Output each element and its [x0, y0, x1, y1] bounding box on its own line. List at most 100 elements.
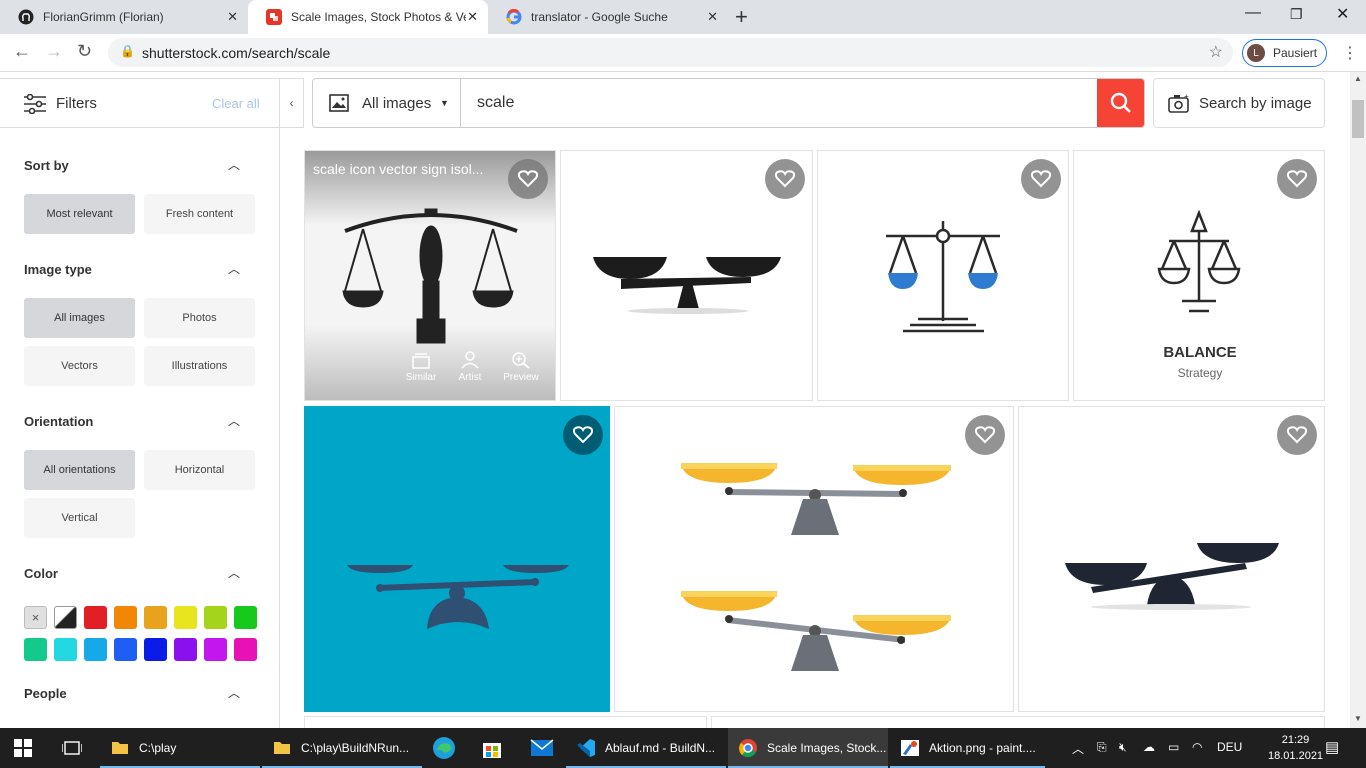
taskbar-explorer-play[interactable]: C:\play [100, 728, 260, 768]
cloud-icon[interactable]: ☁ [1143, 740, 1155, 754]
close-tab-icon[interactable]: ✕ [227, 9, 238, 25]
scroll-down-icon[interactable]: ▼ [1354, 714, 1362, 723]
result-image[interactable] [614, 406, 1014, 712]
tab-title: FlorianGrimm (Florian) [43, 10, 164, 24]
result-image[interactable] [1018, 406, 1325, 712]
sort-most-relevant[interactable]: Most relevant [24, 194, 135, 234]
favorite-heart-icon[interactable] [563, 415, 603, 455]
color-swatch-bw[interactable] [54, 606, 77, 629]
color-swatch[interactable] [144, 606, 167, 629]
favorite-heart-icon[interactable] [965, 415, 1005, 455]
taskbar-chrome[interactable]: Scale Images, Stock... [728, 728, 888, 768]
clear-all-link[interactable]: Clear all [212, 96, 260, 111]
color-swatch[interactable] [174, 638, 197, 661]
close-window-icon[interactable]: ✕ [1336, 4, 1349, 24]
url-text: shutterstock.com/search/scale [142, 45, 331, 61]
color-swatch[interactable] [174, 606, 197, 629]
task-view-icon[interactable] [62, 728, 82, 768]
collapse-sidebar-button[interactable]: ‹ [279, 79, 303, 127]
similar-action[interactable]: Similar [401, 351, 441, 383]
color-swatch[interactable] [84, 606, 107, 629]
orientation-vertical[interactable]: Vertical [24, 498, 135, 538]
favorite-heart-icon[interactable] [508, 159, 548, 199]
scroll-up-icon[interactable]: ▲ [1354, 74, 1362, 83]
tab-github[interactable]: FlorianGrimm (Florian) ✕ [0, 0, 248, 34]
tab-shutterstock[interactable]: Scale Images, Stock Photos & Ve ✕ [248, 0, 488, 34]
notifications-icon[interactable]: ▤ [1325, 738, 1339, 756]
address-bar[interactable]: 🔒 shutterstock.com/search/scale ☆ [108, 38, 1233, 67]
type-photos[interactable]: Photos [144, 298, 255, 338]
color-swatch[interactable] [84, 638, 107, 661]
reload-icon[interactable]: ↻ [77, 41, 92, 62]
result-image-hover[interactable]: scale icon vector sign isol... Similar A… [304, 150, 556, 401]
type-all-images[interactable]: All images [24, 298, 135, 338]
teal-scale-illustration [347, 565, 569, 629]
color-swatch[interactable] [24, 638, 47, 661]
sort-fresh-content[interactable]: Fresh content [144, 194, 255, 234]
filters-label[interactable]: Filters [56, 95, 97, 112]
search-icon [1110, 92, 1131, 113]
mail-icon[interactable] [530, 728, 554, 768]
color-swatch[interactable] [54, 638, 77, 661]
minimize-icon[interactable]: — [1245, 4, 1261, 22]
close-tab-icon[interactable]: ✕ [467, 9, 478, 25]
image-type-dropdown[interactable]: All images [362, 95, 431, 112]
store-icon[interactable] [480, 728, 504, 768]
type-vectors[interactable]: Vectors [24, 346, 135, 386]
wifi-icon[interactable]: ◠ [1192, 740, 1202, 754]
result-image[interactable]: BALANCE Strategy [1073, 150, 1325, 401]
color-swatch[interactable] [114, 638, 137, 661]
clock[interactable]: 21:29 18.01.2021 [1268, 732, 1323, 764]
taskbar-paint[interactable]: Aktion.png - paint.... [890, 728, 1045, 768]
search-button[interactable] [1097, 79, 1144, 127]
shutterstock-icon [266, 9, 282, 25]
color-swatch[interactable] [204, 606, 227, 629]
maximize-icon[interactable]: ❐ [1290, 6, 1303, 23]
type-illustrations[interactable]: Illustrations [144, 346, 255, 386]
edge-icon[interactable] [432, 728, 456, 768]
tab-google[interactable]: translator - Google Suche ✕ [488, 0, 728, 34]
close-tab-icon[interactable]: ✕ [707, 9, 718, 25]
meet-now-icon[interactable]: ⎘ [1097, 740, 1107, 755]
search-input[interactable] [477, 94, 1077, 112]
scrollbar-thumb[interactable] [1352, 100, 1364, 138]
back-icon[interactable]: ← [13, 41, 31, 62]
profile-button[interactable]: L Pausiert [1242, 39, 1327, 67]
color-swatch[interactable] [144, 638, 167, 661]
chevron-up-icon[interactable]: ︿ [228, 684, 240, 701]
result-image[interactable] [817, 150, 1069, 401]
taskbar-vscode[interactable]: Ablauf.md - BuildN... [566, 728, 726, 768]
favorite-heart-icon[interactable] [765, 159, 805, 199]
chevron-up-icon[interactable]: ︿ [1072, 740, 1084, 757]
color-swatch[interactable] [114, 606, 137, 629]
chevron-up-icon[interactable]: ︿ [228, 156, 240, 173]
language-indicator[interactable]: DEU [1217, 740, 1242, 754]
favorite-heart-icon[interactable] [1277, 415, 1317, 455]
new-tab-icon[interactable]: + [735, 4, 748, 30]
favorite-heart-icon[interactable] [1277, 159, 1317, 199]
menu-dots-icon[interactable]: ⋮ [1342, 43, 1358, 63]
chevron-up-icon[interactable]: ︿ [228, 412, 240, 429]
battery-icon[interactable]: ▭ [1168, 740, 1179, 754]
page-scrollbar[interactable]: ▲ ▼ [1350, 72, 1366, 728]
speaker-muted-icon[interactable]: 🔇︎ [1119, 740, 1127, 755]
bookmark-star-icon[interactable]: ☆ [1209, 42, 1223, 62]
result-image[interactable] [560, 150, 813, 401]
windows-start-icon[interactable] [14, 728, 32, 768]
chevron-up-icon[interactable]: ︿ [228, 260, 240, 277]
preview-action[interactable]: Preview [501, 351, 541, 383]
taskbar-explorer-buildnrun[interactable]: C:\play\BuildNRun... [262, 728, 422, 768]
artist-action[interactable]: Artist [450, 351, 490, 383]
chevron-up-icon[interactable]: ︿ [228, 564, 240, 581]
color-swatch[interactable] [234, 606, 257, 629]
orientation-horizontal[interactable]: Horizontal [144, 450, 255, 490]
color-swatch[interactable] [204, 638, 227, 661]
color-swatch[interactable] [234, 638, 257, 661]
favorite-heart-icon[interactable] [1021, 159, 1061, 199]
color-swatch-clear[interactable]: × [24, 606, 47, 629]
search-by-image-button[interactable]: + Search by image [1153, 78, 1325, 128]
result-image[interactable] [304, 406, 610, 712]
forward-icon[interactable]: → [45, 41, 63, 62]
lock-icon: 🔒 [120, 44, 135, 58]
orientation-all[interactable]: All orientations [24, 450, 135, 490]
